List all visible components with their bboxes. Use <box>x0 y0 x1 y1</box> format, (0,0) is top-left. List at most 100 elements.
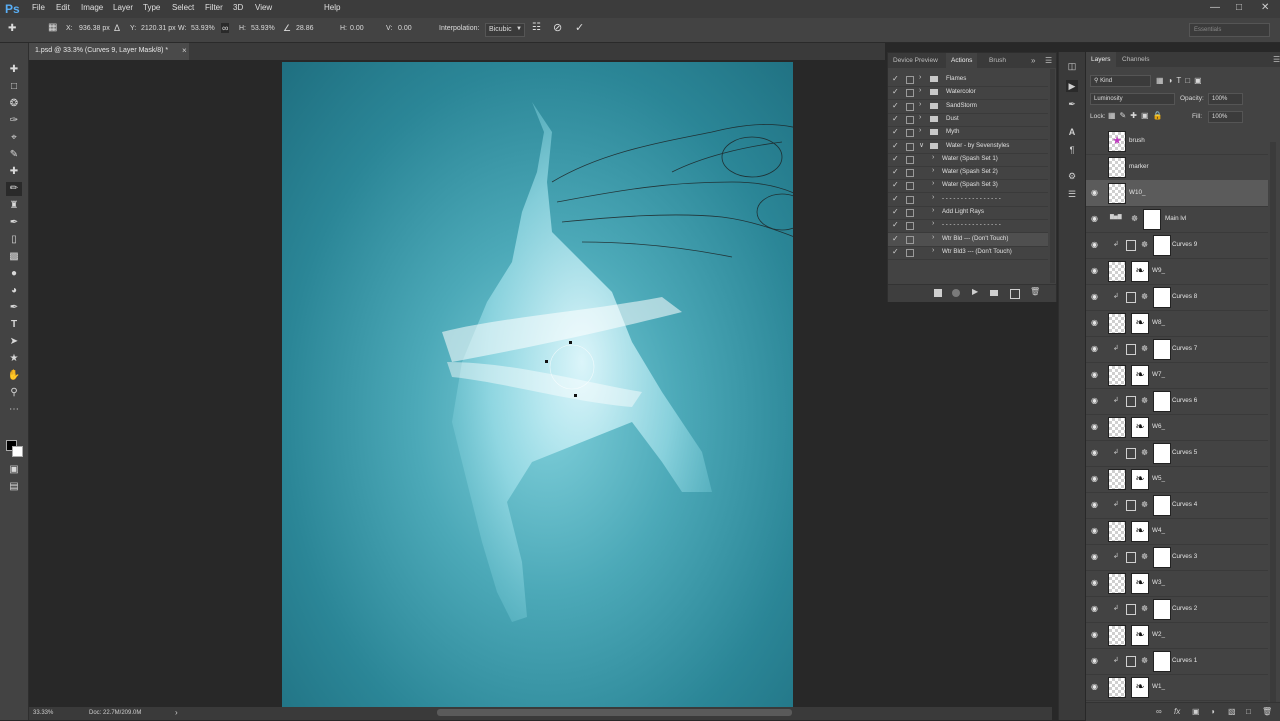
link-layers-icon[interactable]: ∞ <box>1156 707 1162 716</box>
crop-tool-icon[interactable]: ⌖ <box>6 131 22 145</box>
layer-row[interactable]: ◉ W10_ <box>1086 180 1268 207</box>
record-icon[interactable] <box>952 289 960 297</box>
layer-mask-thumbnail[interactable]: ❧ <box>1131 261 1149 282</box>
action-row[interactable]: ✓ › - - - - - - - - - - - - - - - - <box>888 219 1048 234</box>
layer-mask-thumbnail[interactable] <box>1153 287 1171 308</box>
action-check-icon[interactable]: ✓ <box>892 141 899 150</box>
pen-tool-icon[interactable]: ✒ <box>6 301 22 315</box>
lock-icons[interactable]: ▦✎✚▣🔒 <box>1108 111 1166 120</box>
layer-mask-thumbnail[interactable] <box>1153 599 1171 620</box>
add-mask-icon[interactable]: ▣ <box>1192 707 1200 716</box>
layer-mask-thumbnail[interactable] <box>1153 391 1171 412</box>
action-check-icon[interactable]: ✓ <box>892 220 899 229</box>
layer-row[interactable]: ★ brush <box>1086 128 1268 155</box>
character-panel-icon[interactable]: A <box>1066 126 1078 138</box>
link-aspect-icon[interactable]: ∞ <box>221 23 230 33</box>
action-check-icon[interactable]: ✓ <box>892 101 899 110</box>
menu-image[interactable]: Image <box>81 3 103 12</box>
curves-adjustment-icon[interactable] <box>1126 552 1136 563</box>
dialog-toggle-icon[interactable] <box>906 115 914 124</box>
layer-filter-type-icons[interactable]: ▦◑T□▣ <box>1156 76 1206 85</box>
link-chain-icon[interactable]: ☸ <box>1141 656 1148 666</box>
delete-icon[interactable]: 🗑 <box>1030 287 1040 296</box>
tab-channels[interactable]: Channels <box>1117 52 1154 67</box>
layer-row[interactable]: ◉ ↲ ☸ Curves 4 <box>1086 492 1268 519</box>
link-chain-icon[interactable]: ☸ <box>1141 292 1148 302</box>
chevron-right-icon[interactable]: › <box>932 154 934 161</box>
visibility-eye-icon[interactable]: ◉ <box>1091 344 1100 353</box>
lasso-tool-icon[interactable]: ❂ <box>6 97 22 111</box>
layer-mask-thumbnail[interactable]: ❧ <box>1131 573 1149 594</box>
layer-row[interactable]: ◉ ↲ ☸ Curves 5 <box>1086 440 1268 467</box>
layer-thumbnail[interactable] <box>1108 313 1126 334</box>
layer-mask-thumbnail[interactable] <box>1153 235 1171 256</box>
eyedropper-tool-icon[interactable]: ✎ <box>6 148 22 162</box>
action-row[interactable]: ✓ › - - - - - - - - - - - - - - - - <box>888 193 1048 207</box>
menu-view[interactable]: View <box>255 3 272 12</box>
action-row[interactable]: ✓ › Wtr Bld --- (Don't Touch) <box>888 232 1048 247</box>
layer-row[interactable]: ◉ ▇▅▇ ☸ Main lvl <box>1086 206 1268 233</box>
layer-thumbnail[interactable] <box>1108 677 1126 698</box>
layer-row[interactable]: ◉ ❧ W5_ <box>1086 466 1268 493</box>
delete-layer-icon[interactable]: 🗑 <box>1262 707 1272 716</box>
dialog-toggle-icon[interactable] <box>906 182 914 191</box>
tab-layers[interactable]: Layers <box>1086 52 1116 67</box>
chevron-right-icon[interactable]: › <box>919 87 921 94</box>
chevron-right-icon[interactable]: › <box>919 114 921 121</box>
gradient-tool-icon[interactable]: ▩ <box>6 250 22 264</box>
visibility-eye-icon[interactable]: ◉ <box>1091 240 1100 249</box>
dialog-toggle-icon[interactable] <box>906 76 914 84</box>
new-group-icon[interactable]: ▧ <box>1228 707 1236 716</box>
eraser-tool-icon[interactable]: ▯ <box>6 233 22 247</box>
new-set-icon[interactable] <box>990 290 998 296</box>
layer-row[interactable]: ◉ ❧ W3_ <box>1086 570 1268 597</box>
actions-icon[interactable]: ▶ <box>1066 80 1078 92</box>
layer-mask-thumbnail[interactable]: ❧ <box>1131 313 1149 334</box>
layer-mask-thumbnail[interactable] <box>1153 495 1171 516</box>
menu-type[interactable]: Type <box>143 3 160 12</box>
layer-mask-thumbnail[interactable] <box>1153 443 1171 464</box>
close-window-icon[interactable]: ✕ <box>1261 2 1269 13</box>
layer-filter-select[interactable]: ⚲ Kind <box>1090 75 1151 87</box>
action-check-icon[interactable]: ✓ <box>892 127 899 136</box>
minimize-icon[interactable]: — <box>1210 2 1220 13</box>
action-check-icon[interactable]: ✓ <box>892 207 899 216</box>
close-tab-icon[interactable]: × <box>182 46 187 55</box>
visibility-eye-icon[interactable]: ◉ <box>1091 292 1100 301</box>
tab-brush[interactable]: Brush <box>984 53 1011 68</box>
h-field[interactable]: 53.93% <box>251 25 275 32</box>
document-canvas[interactable] <box>282 62 793 707</box>
curves-adjustment-icon[interactable] <box>1126 396 1136 407</box>
action-row[interactable]: ✓ › Wtr Bld3 --- (Don't Touch) <box>888 246 1048 260</box>
curves-adjustment-icon[interactable] <box>1126 604 1136 615</box>
visibility-eye-icon[interactable]: ◉ <box>1091 188 1100 197</box>
visibility-eye-icon[interactable]: ◉ <box>1091 474 1100 483</box>
layer-row[interactable]: ◉ ❧ W6_ <box>1086 414 1268 441</box>
workspace-select[interactable]: Essentials <box>1189 23 1270 37</box>
curves-adjustment-icon[interactable] <box>1126 656 1136 667</box>
opacity-field[interactable]: 100% <box>1208 93 1243 105</box>
new-layer-icon[interactable]: □ <box>1246 707 1251 716</box>
layer-thumbnail[interactable] <box>1108 573 1126 594</box>
dialog-toggle-icon[interactable] <box>906 235 914 244</box>
layer-thumbnail[interactable] <box>1108 521 1126 542</box>
dialog-toggle-icon[interactable] <box>906 129 914 138</box>
chevron-right-icon[interactable]: › <box>919 74 921 81</box>
layer-mask-thumbnail[interactable]: ❧ <box>1131 625 1149 646</box>
blur-tool-icon[interactable]: ● <box>6 267 22 281</box>
hskew-field[interactable]: 0.00 <box>350 25 364 32</box>
menu-file[interactable]: File <box>32 3 45 12</box>
layer-row[interactable]: ◉ ❧ W8_ <box>1086 310 1268 337</box>
layer-mask-thumbnail[interactable]: ❧ <box>1131 365 1149 386</box>
paragraph-panel-icon[interactable]: ¶ <box>1066 144 1078 156</box>
dialog-toggle-icon[interactable] <box>906 169 914 178</box>
commit-transform-icon[interactable]: ✓ <box>575 21 584 34</box>
warp-mode-icon[interactable]: ☷ <box>532 22 541 33</box>
x-field[interactable]: 936.38 px <box>79 25 110 32</box>
action-row[interactable]: ✓ › Add Light Rays <box>888 206 1048 220</box>
properties-panel-icon[interactable]: ☰ <box>1066 188 1078 200</box>
visibility-eye-icon[interactable]: ◉ <box>1091 604 1100 613</box>
history-brush-tool-icon[interactable]: ✒ <box>6 216 22 230</box>
quick-mask-icon[interactable]: ▣ <box>6 463 22 477</box>
visibility-eye-icon[interactable]: ◉ <box>1091 214 1100 223</box>
